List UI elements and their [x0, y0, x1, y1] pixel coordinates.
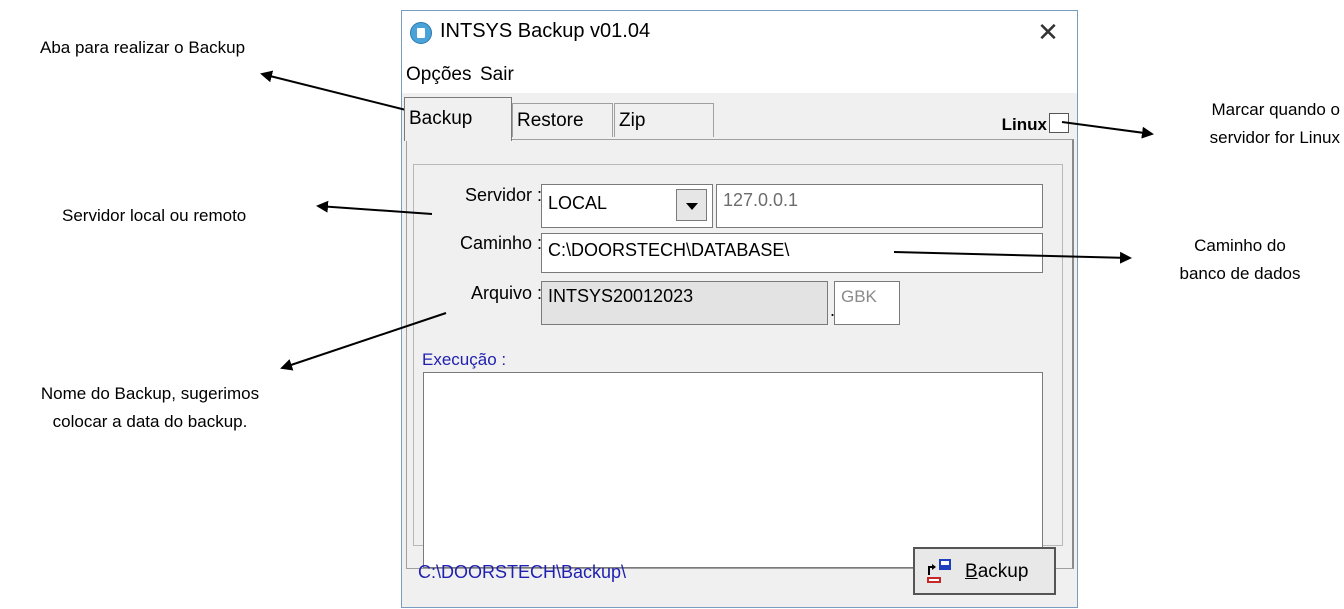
- arrow-to-server-callout: [316, 200, 433, 215]
- tab-backup[interactable]: Backup: [404, 97, 512, 141]
- arrow-to-name-callout: [280, 312, 447, 371]
- arrow-to-linux-callout: [1061, 121, 1154, 139]
- annotation-arrows: [260, 70, 1154, 371]
- arrow-to-tab-callout: [260, 70, 407, 111]
- arrow-to-path-callout: [893, 251, 1132, 264]
